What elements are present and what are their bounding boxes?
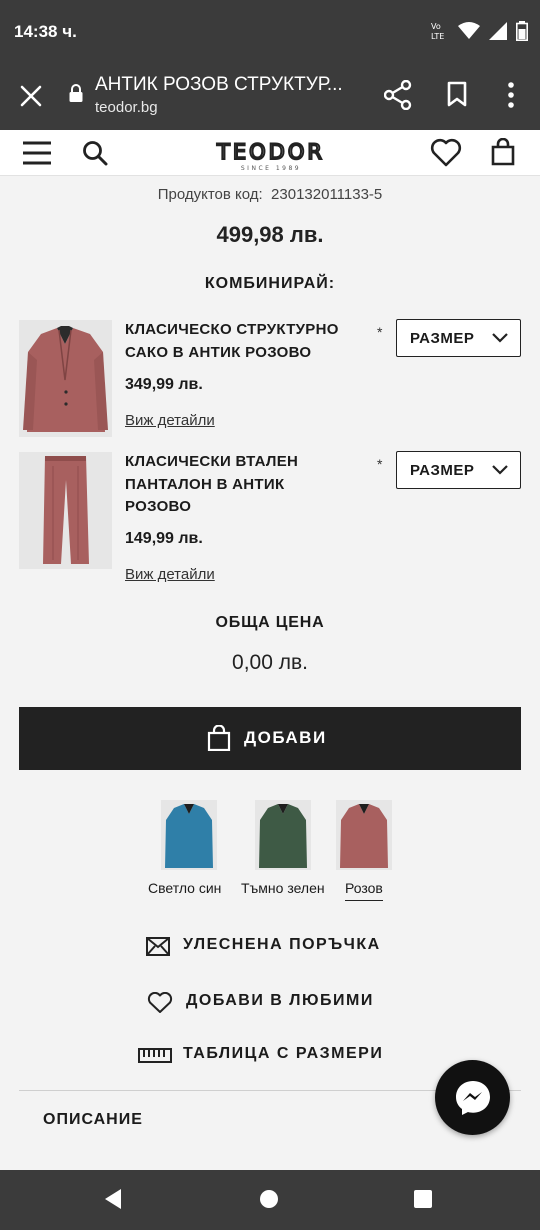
close-icon[interactable]	[18, 83, 44, 109]
svg-text:LTE: LTE	[431, 32, 444, 41]
combine-title: КОМБИНИРАЙ:	[204, 275, 336, 292]
size-table-label: ТАБЛИЦА С РАЗМЕРИ	[183, 1045, 384, 1062]
color-swatch-label[interactable]: Тъмно зелен	[241, 880, 325, 896]
chevron-down-icon	[492, 465, 508, 475]
combo-item-name-line: КЛАСИЧЕСКИ ВТАЛЕН	[125, 453, 299, 470]
view-details-link[interactable]: Виж детайли	[125, 412, 215, 429]
teodor-logo[interactable]: TEODOR SINCE 1989	[186, 138, 356, 172]
status-time: 14:38 ч.	[14, 22, 77, 41]
recent-apps-icon[interactable]	[413, 1189, 433, 1209]
combo-item-price: 349,99 лв.	[125, 376, 203, 393]
add-to-cart-button[interactable]: ДОБАВИ	[19, 707, 521, 770]
product-code-value: 230132011133-5	[271, 186, 383, 203]
status-icons: Vo LTE	[431, 20, 528, 42]
product-code-label: Продуктов код:	[157, 186, 263, 203]
combo-item-name[interactable]: КЛАСИЧЕСКИ ВТАЛЕН ПАНТАЛОН В АНТИК РОЗОВ…	[125, 451, 365, 519]
easy-order-button[interactable]: УЛЕСНЕНА ПОРЪЧКА	[0, 932, 540, 962]
volte-icon: VoLTE	[431, 22, 444, 41]
color-swatch-dark-green[interactable]	[255, 800, 311, 870]
messenger-icon	[456, 1081, 490, 1115]
required-mark: *	[377, 456, 383, 472]
combo-item-name-line: САКО В АНТИК РОЗОВО	[125, 343, 312, 361]
share-icon[interactable]	[384, 80, 412, 110]
bookmark-icon[interactable]	[446, 81, 468, 107]
size-select-jacket[interactable]: РАЗМЕР	[396, 319, 521, 357]
jacket-thumbnail[interactable]	[19, 320, 112, 437]
chevron-down-icon	[492, 333, 508, 343]
heart-icon	[147, 992, 173, 1013]
size-select-label: РАЗМЕР	[410, 462, 475, 479]
size-select-trousers[interactable]: РАЗМЕР	[396, 451, 521, 489]
svg-text:TEODOR: TEODOR	[216, 140, 325, 164]
status-bar: 14:38 ч. Vo LTE	[0, 0, 540, 64]
combo-item-name[interactable]: КЛАСИЧЕСКО СТРУКТУРНО САКО В АНТИК РОЗОВ…	[125, 319, 365, 364]
more-options-icon[interactable]	[500, 80, 522, 110]
color-swatch-label[interactable]: Светло син	[148, 880, 221, 896]
color-swatch-pink[interactable]	[336, 800, 392, 870]
favorites-heart-icon[interactable]	[430, 138, 462, 168]
page-title: АНТИК РОЗОВ СТРУКТУР...	[95, 74, 343, 95]
ruler-icon	[138, 1048, 172, 1063]
view-details-link[interactable]: Виж детайли	[125, 566, 215, 583]
battery-icon	[516, 21, 528, 41]
shopping-bag-icon	[207, 725, 231, 751]
svg-text:Vo: Vo	[431, 22, 441, 31]
signal-icon	[489, 22, 507, 40]
envelope-icon	[146, 937, 170, 956]
lock-icon	[69, 84, 83, 102]
description-toggle[interactable]: ОПИСАНИЕ	[43, 1111, 143, 1129]
home-icon[interactable]	[259, 1189, 279, 1209]
wifi-icon	[458, 22, 480, 39]
total-price-value: 0,00 лв.	[232, 651, 308, 674]
add-to-favorites-button[interactable]: ДОБАВИ В ЛЮБИМИ	[0, 988, 540, 1018]
total-price-label: ОБЩА ЦЕНА	[215, 614, 325, 631]
size-select-label: РАЗМЕР	[410, 330, 475, 347]
search-icon[interactable]	[82, 140, 108, 166]
menu-icon[interactable]	[22, 140, 52, 166]
combo-item-price: 149,99 лв.	[125, 530, 203, 547]
required-mark: *	[377, 324, 383, 340]
product-code: Продуктов код: 230132011133-5	[0, 186, 540, 203]
trousers-thumbnail[interactable]	[19, 452, 112, 569]
combo-item-name-line: РОЗОВО	[125, 498, 192, 515]
browser-toolbar: АНТИК РОЗОВ СТРУКТУР... teodor.bg	[0, 64, 540, 130]
color-swatch-label-selected[interactable]: Розов	[345, 880, 383, 896]
messenger-chat-button[interactable]	[435, 1060, 510, 1135]
site-header: TEODOR SINCE 1989	[0, 130, 540, 176]
system-navigation-bar	[0, 1170, 540, 1230]
combo-item-name-line: КЛАСИЧЕСКО СТРУКТУРНО	[125, 321, 339, 338]
svg-text:SINCE 1989: SINCE 1989	[241, 165, 301, 172]
product-price: 499,98 лв.	[216, 222, 324, 247]
easy-order-label: УЛЕСНЕНА ПОРЪЧКА	[183, 936, 381, 953]
shopping-bag-icon[interactable]	[490, 138, 516, 166]
back-icon[interactable]	[103, 1188, 123, 1210]
combo-item-name-line: ПАНТАЛОН В АНТИК	[125, 475, 285, 493]
page-url[interactable]: teodor.bg	[95, 99, 158, 116]
add-to-favorites-label: ДОБАВИ В ЛЮБИМИ	[186, 992, 374, 1009]
selected-color-underline	[345, 900, 383, 901]
add-to-cart-label: ДОБАВИ	[244, 728, 327, 747]
color-swatch-light-blue[interactable]	[161, 800, 217, 870]
